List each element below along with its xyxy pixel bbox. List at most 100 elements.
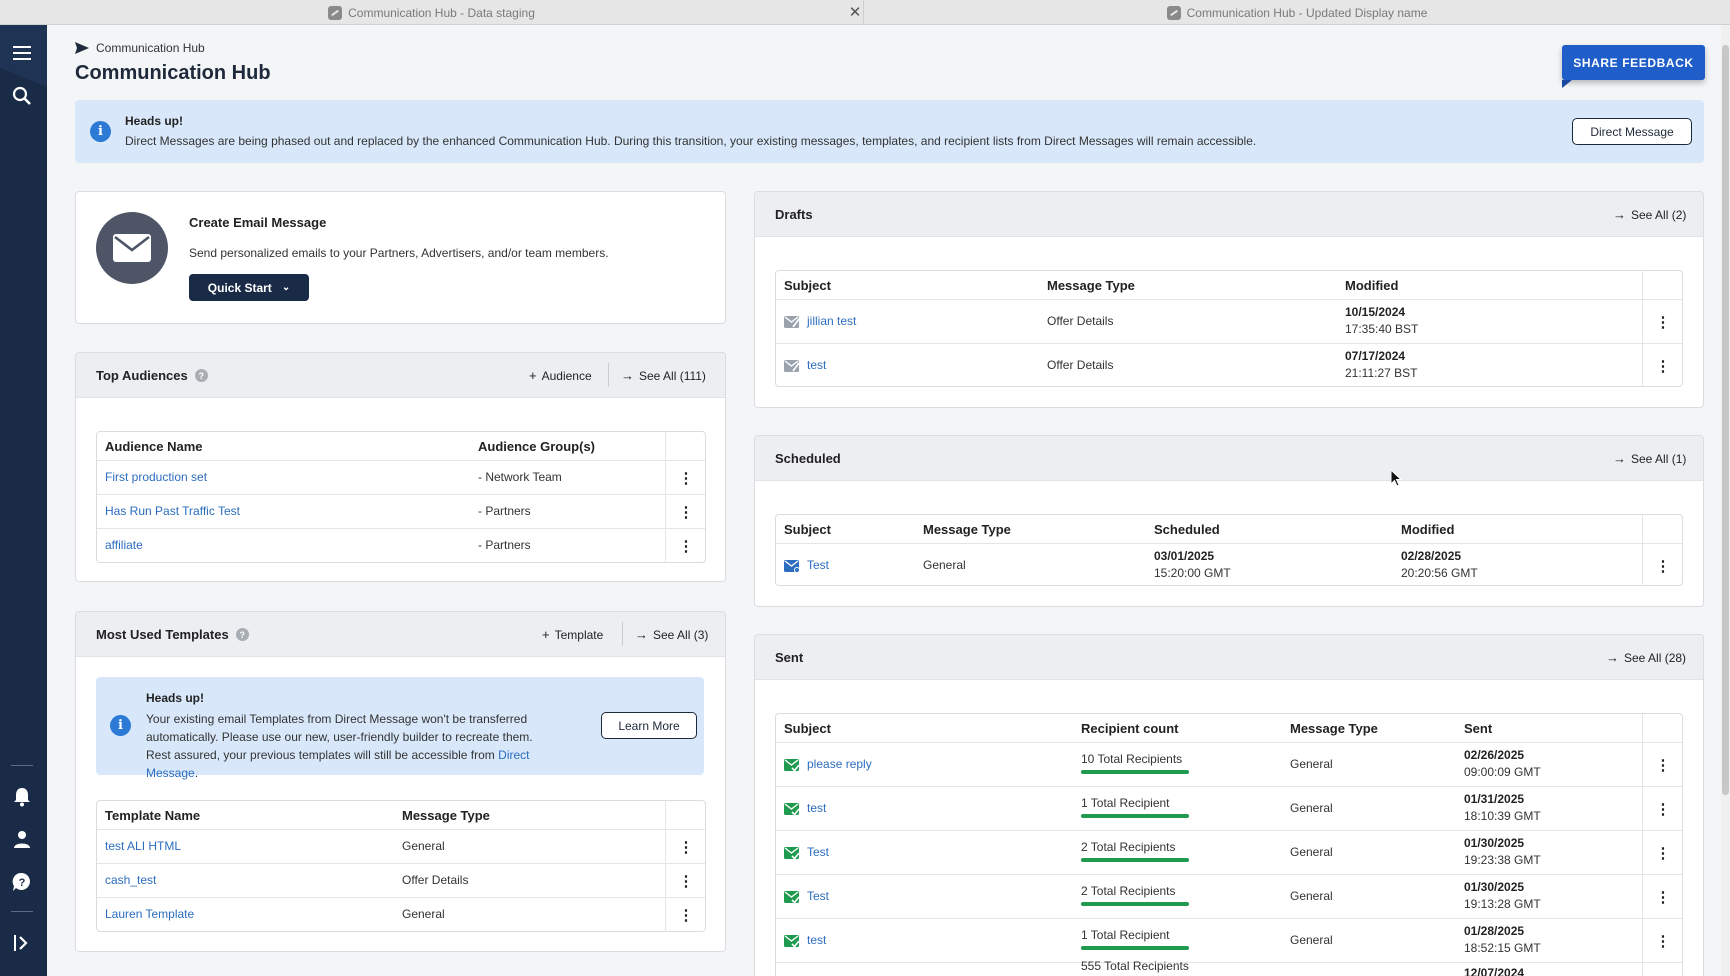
sent-timestamp: 02/26/2025 09:00:09 GMT — [1464, 748, 1541, 779]
card-title: Sent — [775, 650, 804, 665]
more-options-icon[interactable]: ⋮ — [1653, 931, 1673, 951]
card-title: Scheduled — [775, 451, 841, 466]
table-row: test Offer Details 07/17/2024 21:11:27 BS… — [776, 343, 1682, 386]
see-all-scheduled-link[interactable]: → See All (1) — [1613, 451, 1686, 466]
more-options-icon[interactable]: ⋮ — [1653, 799, 1673, 819]
card-title: Most Used Templates? — [96, 627, 249, 642]
browser-tab-updated-display-name[interactable]: Communication Hub - Updated Display name — [864, 0, 1730, 25]
draft-envelope-icon — [784, 360, 800, 372]
see-all-sent-link[interactable]: → See All (28) — [1606, 650, 1686, 665]
sent-envelope-icon — [784, 891, 800, 904]
page-scrollbar[interactable] — [1721, 25, 1730, 976]
more-options-icon[interactable]: ⋮ — [676, 536, 696, 556]
more-options-icon[interactable]: ⋮ — [1653, 356, 1673, 376]
card-title: Drafts — [775, 207, 813, 222]
recipient-progress-bar — [1081, 858, 1189, 862]
message-type: General — [1290, 845, 1333, 859]
app-favicon-icon — [328, 5, 343, 20]
more-options-icon[interactable]: ⋮ — [676, 468, 696, 488]
scrollbar-thumb[interactable] — [1722, 45, 1729, 795]
template-name-link[interactable]: test ALI HTML — [105, 839, 181, 853]
learn-more-button[interactable]: Learn More — [601, 712, 697, 739]
scheduled-subject-link[interactable]: Test — [807, 558, 829, 572]
close-icon[interactable]: ✕ — [845, 3, 865, 21]
sent-subject-link[interactable]: test — [807, 933, 826, 947]
more-options-icon[interactable]: ⋮ — [1653, 755, 1673, 775]
email-envelope-icon — [96, 212, 168, 284]
sent-subject-link[interactable]: test — [807, 801, 826, 815]
sent-subject-link[interactable]: Test — [807, 889, 829, 903]
template-name-link[interactable]: cash_test — [105, 873, 156, 887]
card-header: Scheduled → See All (1) — [755, 436, 1703, 481]
search-icon[interactable] — [10, 84, 34, 108]
message-type: General — [1290, 757, 1333, 771]
draft-subject-link[interactable]: jillian test — [807, 314, 856, 328]
more-options-icon[interactable]: ⋮ — [676, 837, 696, 857]
card-header: Most Used Templates? + Template → See All … — [76, 612, 725, 657]
more-options-icon[interactable]: ⋮ — [676, 871, 696, 891]
drafts-card: Drafts → See All (2) Subject Message Type… — [754, 191, 1704, 408]
share-feedback-button[interactable]: SHARE FEEDBACK — [1562, 45, 1705, 88]
more-options-icon[interactable]: ⋮ — [1653, 556, 1673, 576]
table-row: please reply 10 Total Recipients General 02… — [776, 742, 1682, 786]
more-options-icon[interactable]: ⋮ — [1653, 843, 1673, 863]
see-all-audiences-link[interactable]: → See All (111) — [621, 368, 706, 383]
modified-timestamp: 07/17/2024 21:11:27 BST — [1345, 349, 1418, 380]
message-type: General — [402, 839, 445, 853]
more-options-icon[interactable]: ⋮ — [1653, 887, 1673, 907]
user-icon[interactable] — [10, 827, 34, 851]
bell-icon[interactable] — [10, 785, 34, 809]
see-all-drafts-link[interactable]: → See All (2) — [1613, 207, 1686, 222]
breadcrumb: Communication Hub — [75, 41, 205, 55]
notice-title: Heads up! — [146, 691, 205, 705]
audience-group: - Partners — [478, 538, 531, 552]
add-audience-button[interactable]: + Audience — [529, 368, 592, 383]
template-name-link[interactable]: Lauren Template — [105, 907, 194, 921]
help-icon[interactable]: ? — [10, 870, 34, 894]
drafts-table: Subject Message Type Modified jillian te… — [775, 270, 1683, 387]
hamburger-menu-icon[interactable] — [10, 41, 34, 65]
scheduled-envelope-icon — [784, 560, 800, 573]
modified-timestamp: 02/28/2025 20:20:56 GMT — [1401, 549, 1478, 580]
table-row: Test 2 Total Recipients General 01/30/2025 1… — [776, 874, 1682, 918]
recipient-count: 555 Total Recipients — [1081, 959, 1189, 973]
scheduled-card: Scheduled → See All (1) Subject Message T… — [754, 435, 1704, 607]
sent-subject-link[interactable]: please reply — [807, 757, 872, 771]
message-type: General — [923, 558, 966, 572]
column-header: Message Type — [1047, 278, 1135, 293]
sent-table: Subject Recipient count Message Type Sen… — [775, 713, 1683, 976]
expand-nav-icon[interactable] — [10, 931, 34, 955]
see-all-templates-link[interactable]: → See All (3) — [635, 627, 708, 642]
column-header: Subject — [784, 278, 831, 293]
create-email-description: Send personalized emails to your Partner… — [189, 246, 609, 260]
card-header: Drafts → See All (2) — [755, 192, 1703, 237]
sent-subject-link[interactable]: Test — [807, 845, 829, 859]
help-icon[interactable]: ? — [235, 628, 249, 641]
audience-name-link[interactable]: affiliate — [105, 538, 143, 552]
draft-subject-link[interactable]: test — [807, 358, 826, 372]
browser-tab-data-staging[interactable]: Communication Hub - Data staging ✕ — [0, 0, 864, 25]
direct-message-button[interactable]: Direct Message — [1572, 118, 1692, 145]
recipient-count: 1 Total Recipient — [1081, 796, 1170, 810]
quick-start-button[interactable]: Quick Start ⌄ — [189, 274, 309, 301]
card-header: Sent → See All (28) — [755, 635, 1703, 680]
add-template-button[interactable]: + Template — [542, 627, 603, 642]
breadcrumb-item[interactable]: Communication Hub — [96, 41, 205, 55]
audience-name-link[interactable]: Has Run Past Traffic Test — [105, 504, 240, 518]
create-email-title: Create Email Message — [189, 215, 327, 230]
arrow-right-icon: → — [1613, 207, 1626, 222]
info-icon: i — [110, 715, 131, 736]
more-options-icon[interactable]: ⋮ — [676, 502, 696, 522]
more-options-icon[interactable]: ⋮ — [676, 905, 696, 925]
column-header: Recipient count — [1081, 721, 1179, 736]
help-icon[interactable]: ? — [194, 369, 208, 382]
more-options-icon[interactable]: ⋮ — [1653, 312, 1673, 332]
browser-tab-strip: Communication Hub - Data staging ✕ Commu… — [0, 0, 1730, 25]
message-type: Offer Details — [402, 873, 469, 887]
table-row: Test General 03/01/2025 15:20:00 GMT 02/2… — [776, 543, 1682, 585]
arrow-right-icon: → — [1606, 650, 1619, 665]
table-header: Subject Message Type Scheduled Modified — [776, 515, 1682, 543]
sent-timestamp: 01/31/2025 18:10:39 GMT — [1464, 792, 1541, 823]
audience-name-link[interactable]: First production set — [105, 470, 207, 484]
page-title: Communication Hub — [75, 62, 271, 84]
